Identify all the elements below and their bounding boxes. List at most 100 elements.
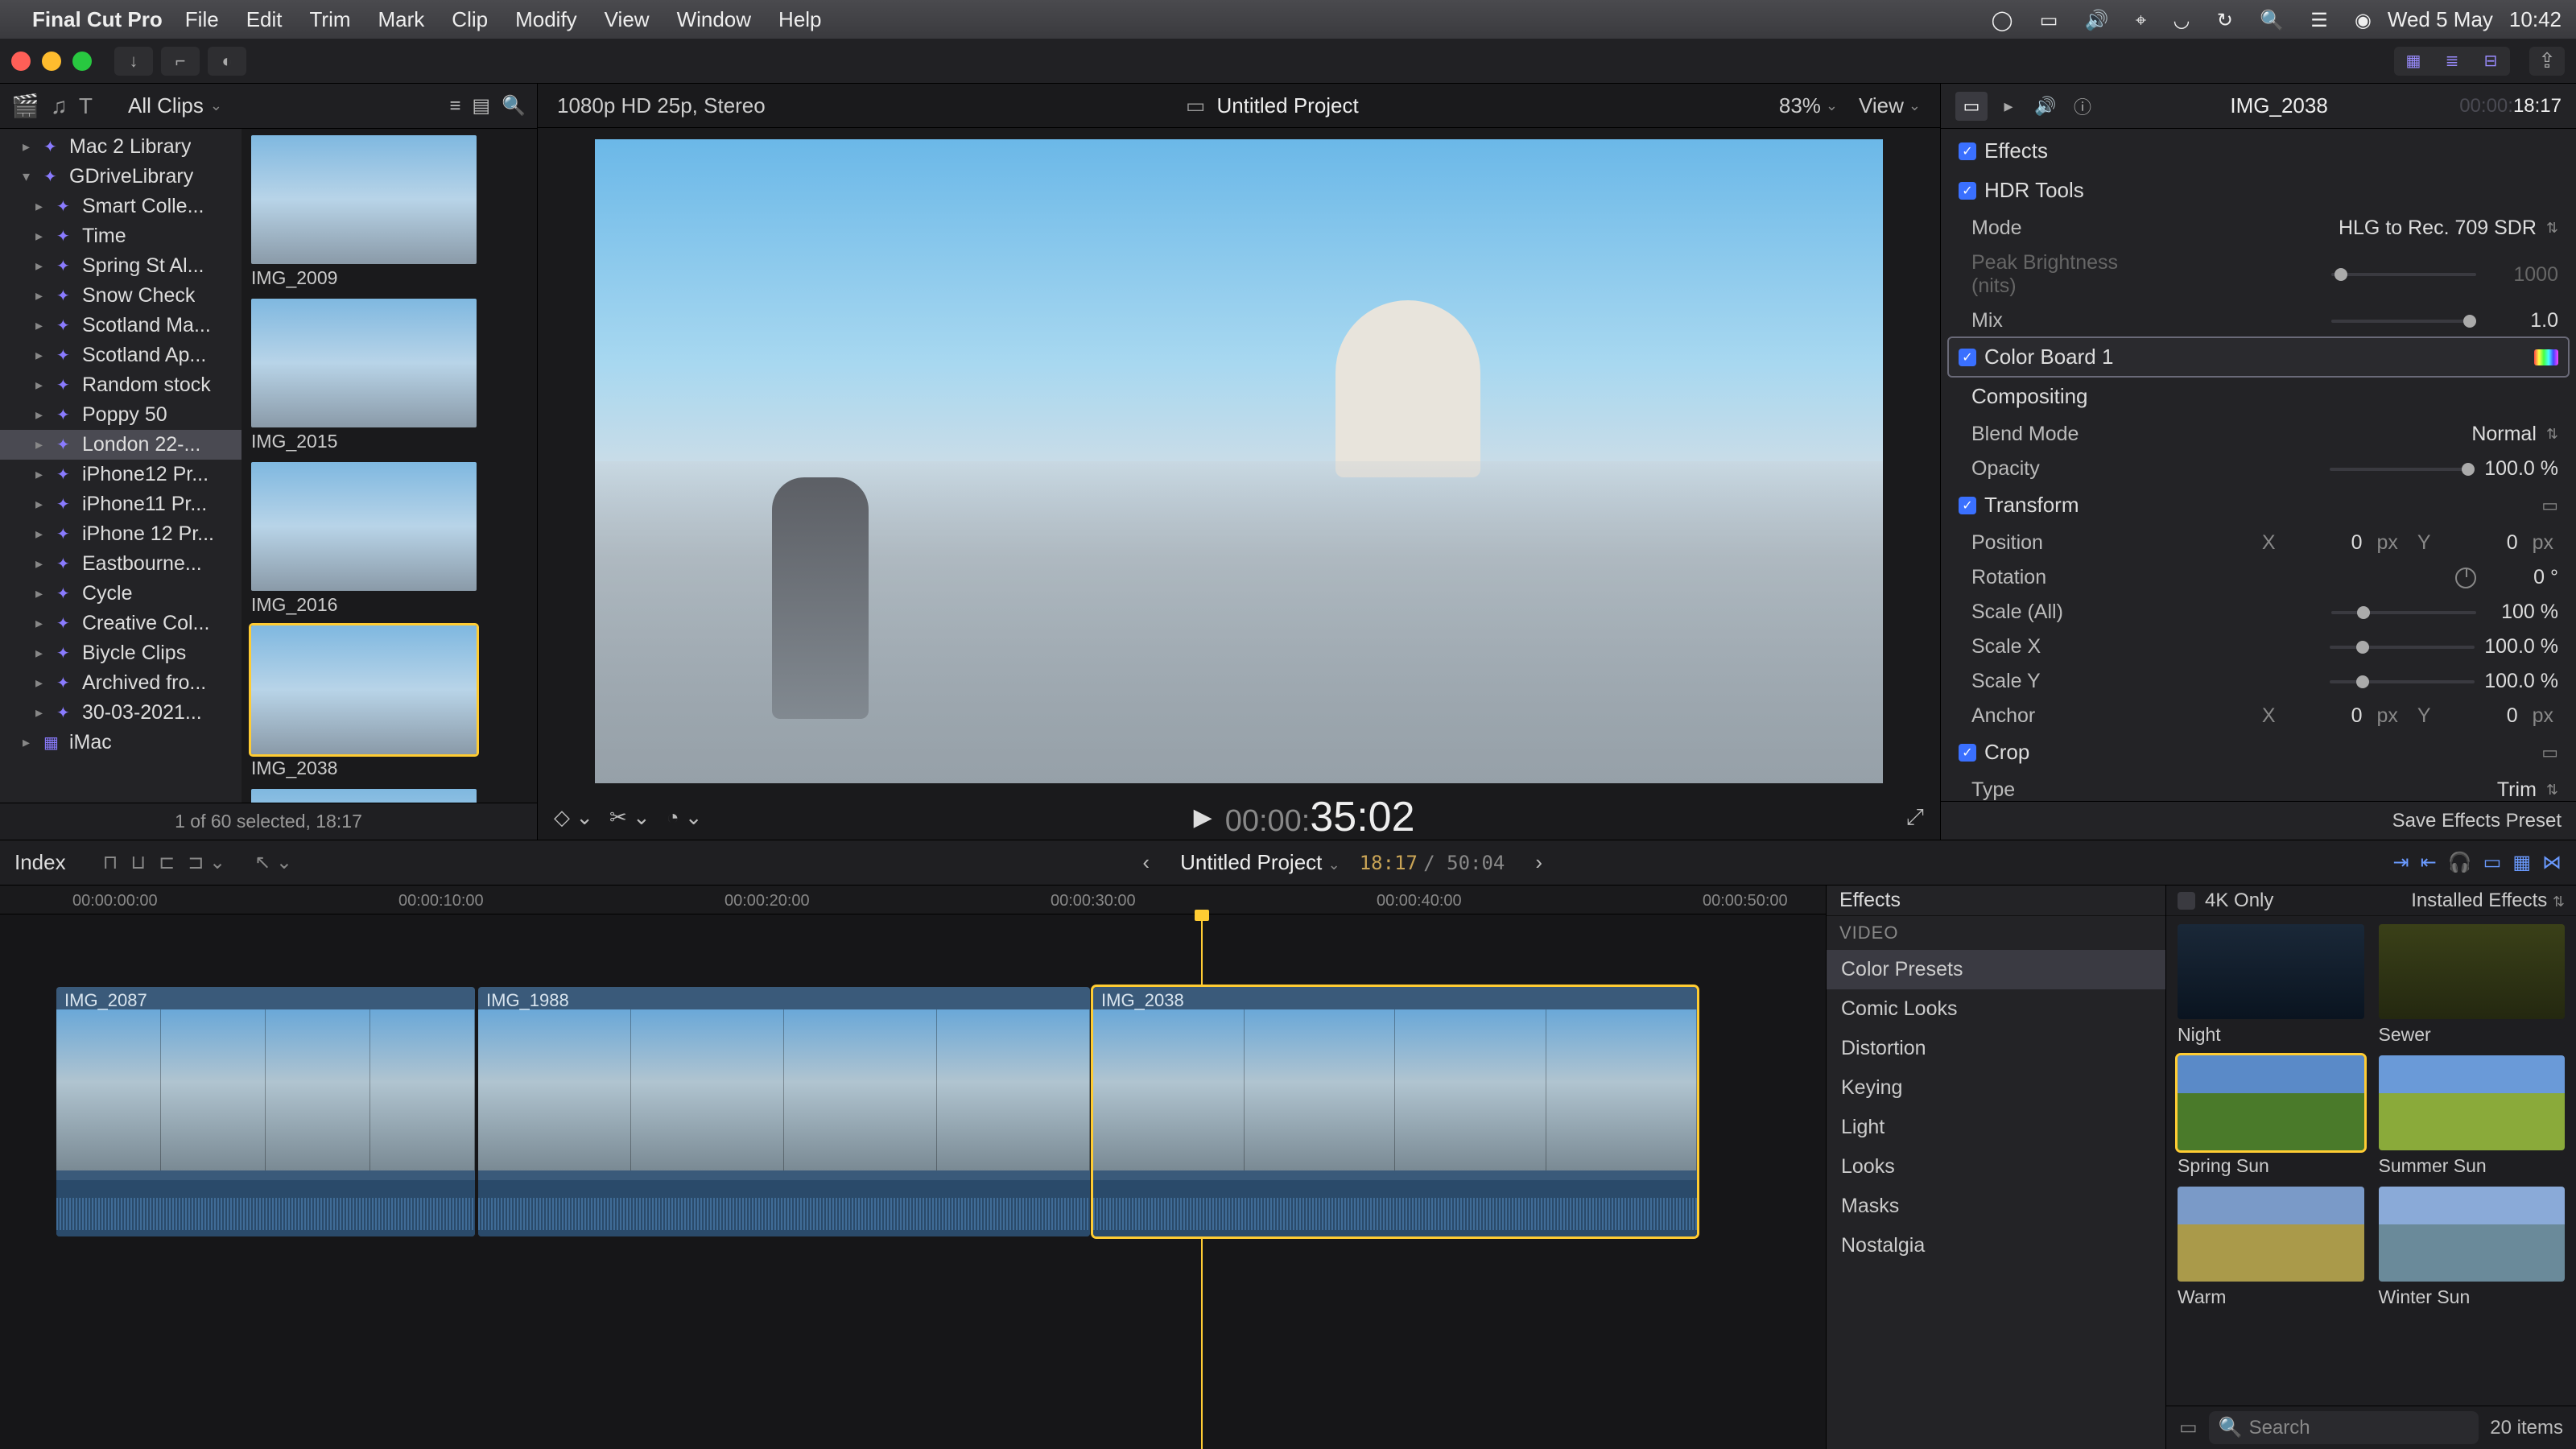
save-effects-preset-button[interactable]: Save Effects Preset [2392,810,2562,832]
keyword-button[interactable]: ⌐ [161,47,200,76]
arrow-tool-icon[interactable]: ↖ ⌄ [254,851,292,874]
effects-category[interactable]: Color Presets [1827,950,2165,989]
browser-clip[interactable]: IMG_2016 [251,462,527,616]
timeline-clip[interactable]: IMG_2038 [1093,987,1697,1236]
scale-y-row[interactable]: Scale Y100.0 % [1949,664,2568,699]
crop-onscreen-icon[interactable]: ▭ [2541,742,2558,763]
spotlight-icon[interactable]: 🔍 [2260,10,2284,31]
timeline-tracks[interactable]: IMG_2087IMG_1988IMG_2038 [0,914,1826,1449]
hdr-mode-row[interactable]: ModeHLG to Rec. 709 SDR⇅ [1949,211,2568,246]
event-row[interactable]: ▸✦Random stock [0,370,242,400]
event-row[interactable]: ▸✦Archived fro... [0,668,242,698]
scale-all-row[interactable]: Scale (All)100 % [1949,595,2568,630]
checkbox-on-icon[interactable]: ✓ [1959,182,1976,200]
audio-inspector-tab[interactable]: 🔊 [2029,92,2062,121]
timeline-index-button[interactable]: Index [14,850,66,875]
browser-clip[interactable] [251,789,527,803]
browser-clip[interactable]: IMG_2015 [251,299,527,452]
audio-skimming-icon[interactable]: 🎧 [2448,851,2472,874]
bg-render-button[interactable]: ◐ [208,47,246,76]
wifi-icon[interactable]: ◡ [2174,10,2190,31]
library-icon[interactable]: 🎬 [11,93,39,119]
viewer-canvas[interactable] [538,128,1940,795]
effects-category[interactable]: Light [1827,1108,2165,1147]
snap-icon[interactable]: ⇥ [2393,851,2409,874]
play-button[interactable]: ▶ [1194,803,1212,832]
solo-icon[interactable]: ▭ [2483,851,2502,874]
menu-edit[interactable]: Edit [246,7,283,32]
layout-segmented[interactable]: ▦≣⊟ [2394,47,2510,76]
checkbox-on-icon[interactable]: ✓ [1959,349,1976,366]
menu-trim[interactable]: Trim [310,7,351,32]
transform-onscreen-icon[interactable]: ▭ [2541,495,2558,516]
effects-category[interactable]: Distortion [1827,1029,2165,1068]
color-board-section[interactable]: ✓Color Board 1 [1949,338,2568,376]
view-dropdown[interactable]: View⌄ [1859,93,1921,118]
effects-sort-dropdown[interactable]: Installed Effects ⇅ [2411,890,2565,912]
browser-clip[interactable]: IMG_2009 [251,135,527,289]
retime-tool-icon[interactable]: ◔ ⌄ [667,805,703,830]
time-machine-icon[interactable]: ↻ [2217,10,2233,31]
siri-icon[interactable]: ◉ [2355,10,2372,31]
menu-help[interactable]: Help [778,7,821,32]
layout-timeline-icon[interactable]: ≣ [2433,47,2471,76]
color-inspector-tab[interactable]: ▸ [1992,92,2025,121]
event-row[interactable]: ▸✦Eastbourne... [0,549,242,579]
list-icon[interactable]: ▤ [472,94,490,118]
crop-tool-icon[interactable]: ✂ ⌄ [609,805,650,830]
color-board-icon[interactable] [2534,349,2558,365]
bluetooth-icon[interactable]: ⌖ [2136,10,2147,31]
effects-category[interactable]: Nostalgia [1827,1226,2165,1265]
minimize-button[interactable] [42,52,61,71]
effects-thumb-size-icon[interactable]: ▭ [2179,1416,2198,1439]
event-row[interactable]: ▸✦Time [0,221,242,251]
effects-section[interactable]: ✓Effects [1949,132,2568,170]
close-button[interactable] [11,52,31,71]
transitions-browser-icon[interactable]: ⋈ [2542,851,2562,874]
effect-preset[interactable]: Spring Sun [2178,1055,2364,1177]
checkbox-on-icon[interactable]: ✓ [1959,497,1976,514]
control-center-icon[interactable]: ☰ [2310,10,2328,31]
transform-tool-icon[interactable]: ◇ ⌄ [554,805,593,830]
inspector-body[interactable]: ✓Effects ✓HDR Tools ModeHLG to Rec. 709 … [1941,129,2576,801]
effects-category[interactable]: Keying [1827,1068,2165,1108]
creative-cloud-icon[interactable]: ◯ [1992,10,2013,31]
menu-clip[interactable]: Clip [452,7,488,32]
photos-icon[interactable]: ♫ [51,93,68,119]
timeline-project-dropdown[interactable]: Untitled Project ⌄ [1180,850,1340,875]
clip-filter-dropdown[interactable]: All Clips⌄ [128,93,222,118]
timeline[interactable]: 00:00:00:0000:00:10:0000:00:20:0000:00:3… [0,886,1826,1449]
effects-category[interactable]: Comic Looks [1827,989,2165,1029]
event-row[interactable]: ▸✦iPhone12 Pr... [0,460,242,489]
blend-mode-row[interactable]: Blend ModeNormal⇅ [1949,417,2568,452]
browser-clip[interactable]: IMG_2038 [251,625,527,779]
overwrite-clip-icon[interactable]: ⊐ ⌄ [188,851,225,874]
crop-section[interactable]: ✓Crop▭ [1949,733,2568,771]
menubar-date[interactable]: Wed 5 May [2388,7,2493,32]
scale-x-row[interactable]: Scale X100.0 % [1949,630,2568,664]
info-inspector-tab[interactable]: ⓘ [2066,92,2099,121]
effects-category[interactable]: Masks [1827,1187,2165,1226]
effects-category[interactable]: Looks [1827,1147,2165,1187]
effect-preset[interactable]: Summer Sun [2379,1055,2566,1177]
import-button[interactable]: ↓ [114,47,153,76]
append-clip-icon[interactable]: ⊏ [159,851,175,874]
zoom-dropdown[interactable]: 83%⌄ [1779,93,1838,118]
event-row[interactable]: ▸✦Smart Colle... [0,192,242,221]
timeline-history-forward[interactable]: › [1524,850,1554,875]
effect-preset[interactable]: Warm [2178,1187,2364,1308]
menu-file[interactable]: File [185,7,219,32]
4k-only-checkbox[interactable] [2178,892,2195,910]
event-row[interactable]: ▸✦Poppy 50 [0,400,242,430]
display-icon[interactable]: ▭ [2040,10,2058,31]
filmstrip-icon[interactable]: ≡ [449,95,460,118]
fullscreen-icon[interactable]: ⤢ [1906,804,1924,829]
opacity-row[interactable]: Opacity100.0 % [1949,452,2568,486]
effects-search-input[interactable]: 🔍Search [2209,1411,2479,1444]
event-row[interactable]: ▸✦Scotland Ma... [0,311,242,341]
fullscreen-button[interactable] [72,52,92,71]
event-row[interactable]: ▸✦Creative Col... [0,609,242,638]
clip-grid[interactable]: IMG_2009IMG_2015IMG_2016IMG_2038 [242,129,537,803]
menu-view[interactable]: View [605,7,650,32]
timeline-clip[interactable]: IMG_1988 [478,987,1090,1236]
